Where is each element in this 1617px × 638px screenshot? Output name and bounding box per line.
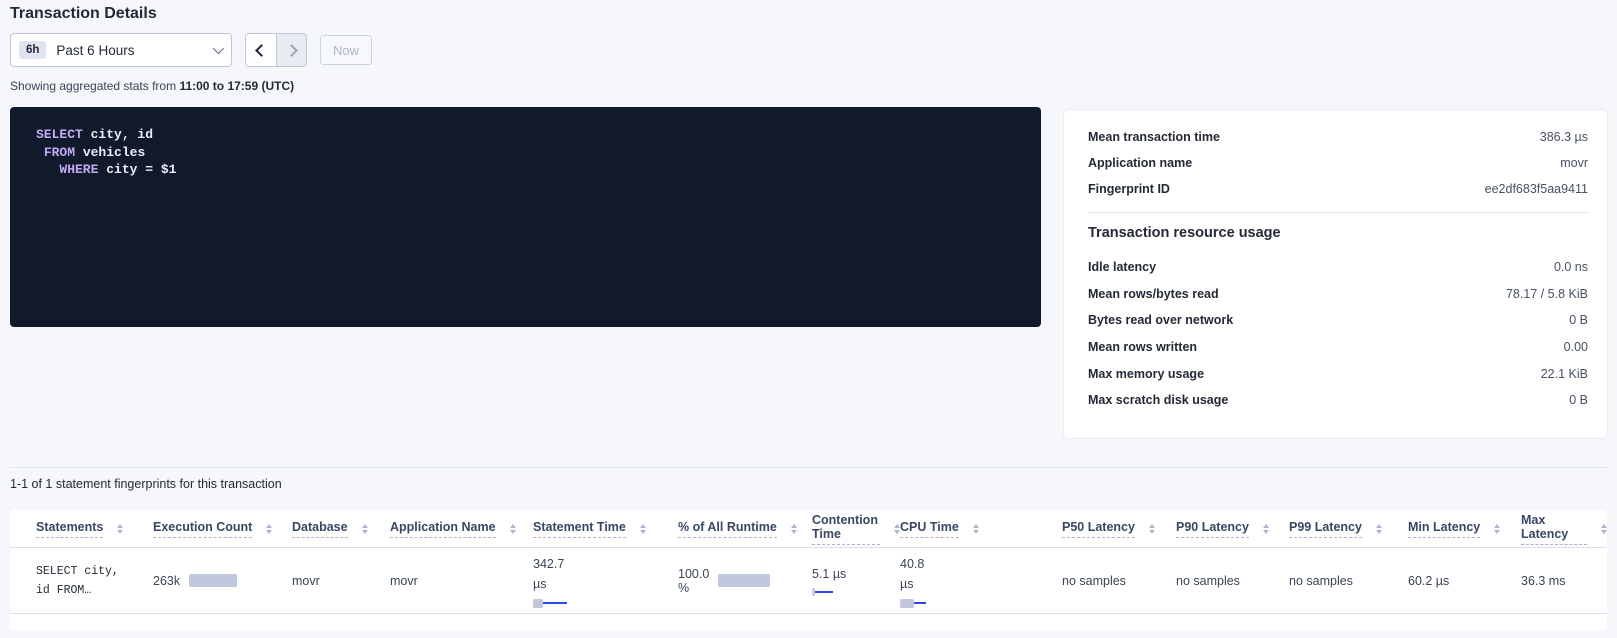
resource-row-mean-rows-bytes-read: Mean rows/bytes read 78.17 / 5.8 KiB <box>1088 281 1588 308</box>
resource-row-max-memory-usage: Max memory usage 22.1 KiB <box>1088 360 1588 387</box>
now-button[interactable]: Now <box>320 35 372 65</box>
summary-value: 0 B <box>1569 393 1588 407</box>
summary-label: Application name <box>1088 156 1192 170</box>
summary-label: Mean rows/bytes read <box>1088 287 1219 301</box>
sql-statement-box: SELECT city, id FROM vehicles WHERE city… <box>10 107 1041 327</box>
summary-label: Fingerprint ID <box>1088 182 1170 196</box>
resource-row-bytes-read-over-network: Bytes read over network 0 B <box>1088 307 1588 334</box>
column-header-min-latency[interactable]: Min Latency <box>1408 520 1521 538</box>
aggregation-range-prefix: Showing aggregated stats from <box>10 79 179 93</box>
time-range-badge: 6h <box>19 41 46 59</box>
chevron-left-icon <box>255 44 268 57</box>
sort-icon[interactable] <box>510 524 516 534</box>
cell-execution-count: 263k <box>153 574 292 588</box>
cell-application-name: movr <box>390 574 533 588</box>
column-header-runtime[interactable]: % of All Runtime <box>678 520 812 538</box>
summary-divider <box>1088 212 1588 213</box>
statement-count-text: 1-1 of 1 statement fingerprints for this… <box>10 477 282 491</box>
summary-row-application-name: Application name movr <box>1088 150 1588 176</box>
column-header-database[interactable]: Database <box>292 520 390 538</box>
summary-value: 78.17 / 5.8 KiB <box>1506 287 1588 301</box>
summary-value: 386.3 µs <box>1540 130 1588 144</box>
summary-label: Idle latency <box>1088 260 1156 274</box>
cell-statement-time: 342.7 µs <box>533 554 678 608</box>
sort-icon[interactable] <box>791 524 797 534</box>
aggregation-range-text: Showing aggregated stats from 11:00 to 1… <box>10 79 294 93</box>
time-range-dropdown[interactable]: 6h Past 6 Hours <box>10 33 232 67</box>
summary-value: 0.00 <box>1564 340 1588 354</box>
summary-value: 0 B <box>1569 313 1588 327</box>
summary-value: ee2df683f5aa9411 <box>1485 182 1588 196</box>
summary-row-fingerprint-id: Fingerprint ID ee2df683f5aa9411 <box>1088 176 1588 202</box>
time-controls: 6h Past 6 Hours Now <box>10 33 372 67</box>
statements-table-header: Statements Execution Count Database Appl… <box>10 510 1607 548</box>
execution-count-bar <box>189 574 237 587</box>
column-header-cpu-time[interactable]: CPU Time <box>900 520 1062 538</box>
next-time-button[interactable] <box>276 34 306 66</box>
column-header-contention-time[interactable]: Contention Time <box>812 513 900 545</box>
column-header-p99-latency[interactable]: P99 Latency <box>1289 520 1408 538</box>
summary-label: Max scratch disk usage <box>1088 393 1228 407</box>
cell-runtime: 100.0 % <box>678 567 812 595</box>
cell-p99-latency: no samples <box>1289 574 1408 588</box>
statements-table: Statements Execution Count Database Appl… <box>10 510 1607 630</box>
sql-line: FROM vehicles <box>36 144 1015 162</box>
transaction-summary-card: Mean transaction time 386.3 µs Applicati… <box>1064 110 1607 438</box>
sort-icon[interactable] <box>1149 524 1155 534</box>
sort-icon[interactable] <box>266 524 272 534</box>
cpu-time-bar <box>900 599 1062 608</box>
aggregation-range-value: 11:00 to 17:59 (UTC) <box>179 79 294 93</box>
cell-database: movr <box>292 574 390 588</box>
cell-cpu-time: 40.8 µs <box>900 554 1062 608</box>
resource-row-max-scratch-disk-usage: Max scratch disk usage 0 B <box>1088 387 1588 414</box>
column-header-execution-count[interactable]: Execution Count <box>153 520 292 538</box>
prev-time-button[interactable] <box>246 34 276 66</box>
chevron-right-icon <box>285 44 298 57</box>
cell-min-latency: 60.2 µs <box>1408 574 1521 588</box>
summary-label: Mean transaction time <box>1088 130 1220 144</box>
summary-label: Mean rows written <box>1088 340 1197 354</box>
summary-value: movr <box>1560 156 1588 170</box>
cell-p50-latency: no samples <box>1062 574 1176 588</box>
column-header-statement-time[interactable]: Statement Time <box>533 520 678 538</box>
sql-line: SELECT city, id <box>36 126 1015 144</box>
statement-time-bar <box>533 599 678 608</box>
time-step-buttons <box>245 33 307 67</box>
resource-row-mean-rows-written: Mean rows written 0.00 <box>1088 334 1588 361</box>
cell-contention-time: 5.1 µs <box>812 565 900 597</box>
resource-row-idle-latency: Idle latency 0.0 ns <box>1088 254 1588 281</box>
cell-p90-latency: no samples <box>1176 574 1289 588</box>
time-range-label: Past 6 Hours <box>56 43 213 58</box>
runtime-bar <box>718 574 770 587</box>
sort-icon[interactable] <box>640 524 646 534</box>
page-title: Transaction Details <box>10 5 157 23</box>
contention-time-bar <box>812 588 900 597</box>
sql-line: WHERE city = $1 <box>36 161 1015 179</box>
sort-icon[interactable] <box>362 524 368 534</box>
column-header-application-name[interactable]: Application Name <box>390 520 533 538</box>
summary-label: Bytes read over network <box>1088 313 1233 327</box>
summary-row-mean-transaction-time: Mean transaction time 386.3 µs <box>1088 124 1588 150</box>
sort-icon[interactable] <box>1494 524 1500 534</box>
summary-value: 0.0 ns <box>1554 260 1588 274</box>
statement-link[interactable]: SELECT city, id FROM… <box>36 562 153 600</box>
chevron-down-icon <box>213 43 224 54</box>
column-header-p90-latency[interactable]: P90 Latency <box>1176 520 1289 538</box>
cell-max-latency: 36.3 ms <box>1521 574 1607 588</box>
sort-icon[interactable] <box>1376 524 1382 534</box>
sort-icon[interactable] <box>1263 524 1269 534</box>
table-row: SELECT city, id FROM… 263k movr movr 342… <box>10 548 1607 614</box>
column-header-p50-latency[interactable]: P50 Latency <box>1062 520 1176 538</box>
sort-icon[interactable] <box>973 524 979 534</box>
column-header-statements[interactable]: Statements <box>36 520 153 538</box>
summary-value: 22.1 KiB <box>1541 367 1588 381</box>
column-header-max-latency[interactable]: Max Latency <box>1521 513 1607 545</box>
resource-usage-heading: Transaction resource usage <box>1088 223 1588 243</box>
section-divider <box>10 467 1607 468</box>
sort-icon[interactable] <box>117 524 123 534</box>
summary-label: Max memory usage <box>1088 367 1204 381</box>
sort-icon[interactable] <box>1601 524 1607 534</box>
